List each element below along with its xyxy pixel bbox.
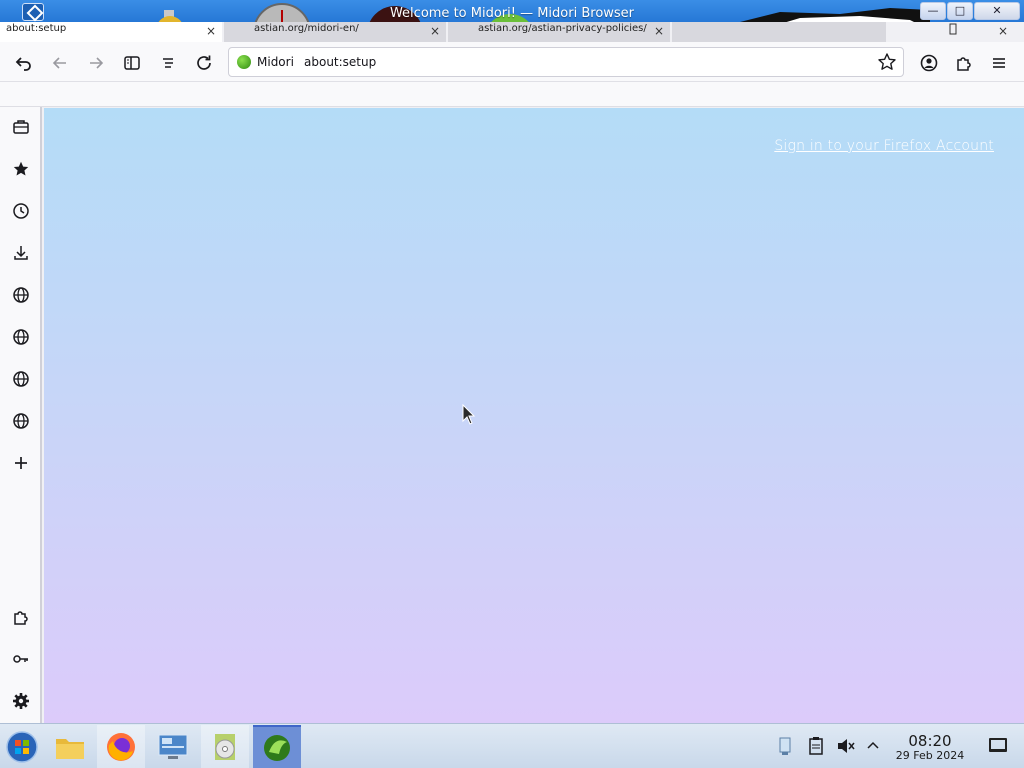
sign-in-link[interactable]: Sign in to your Firefox Account <box>774 138 994 154</box>
clock-date[interactable]: 29 Feb 2024 <box>880 749 980 762</box>
tab[interactable]: astian.org/midori-en/ × <box>224 22 446 42</box>
account-icon[interactable] <box>918 52 940 74</box>
window-title: Welcome to Midori! — Midori Browser <box>389 6 635 21</box>
mouse-cursor-icon <box>462 404 476 425</box>
clipboard-icon[interactable] <box>807 736 825 760</box>
close-tab-icon[interactable]: × <box>990 22 1020 42</box>
firefox-icon[interactable] <box>97 725 145 768</box>
page-content: Sign in to your Firefox Account <box>44 108 1024 723</box>
web-panel-globe-icon[interactable] <box>9 283 33 307</box>
passwords-key-icon[interactable] <box>9 647 33 671</box>
minimize-button[interactable]: — <box>920 2 946 20</box>
tab-label: astian.org/midori-en/ <box>254 23 359 34</box>
add-panel-plus-icon[interactable] <box>9 451 33 475</box>
undo-icon[interactable] <box>13 52 35 74</box>
close-window-button[interactable]: ✕ <box>974 2 1020 20</box>
file-manager-icon[interactable] <box>46 725 94 768</box>
tab[interactable] <box>672 22 886 42</box>
extensions-icon[interactable] <box>953 52 975 74</box>
reload-icon[interactable] <box>193 52 215 74</box>
tab-close-icon[interactable]: × <box>206 24 216 38</box>
forward-icon[interactable] <box>85 52 107 74</box>
downloads-icon[interactable] <box>9 241 33 265</box>
briefcase-icon[interactable] <box>9 115 33 139</box>
tab-label: about:setup <box>6 23 67 34</box>
taskbar: 08:20 29 Feb 2024 <box>0 723 1024 768</box>
web-panel-globe-icon[interactable] <box>9 409 33 433</box>
start-orb-icon[interactable] <box>0 725 44 768</box>
sidebar-toggle-icon[interactable] <box>121 52 143 74</box>
menu-icon[interactable] <box>988 52 1010 74</box>
web-panel-globe-icon[interactable] <box>9 325 33 349</box>
tray-expand-icon[interactable] <box>865 736 881 758</box>
media-disc-icon[interactable] <box>201 725 249 768</box>
tab[interactable]: astian.org/astian-privacy-policies/ × <box>448 22 670 42</box>
tab-close-icon[interactable]: × <box>430 24 440 38</box>
tab-close-icon[interactable]: × <box>654 24 664 38</box>
midori-icon[interactable] <box>253 725 301 768</box>
clock-time[interactable]: 08:20 <box>880 732 980 750</box>
bookmark-star-icon[interactable] <box>877 52 897 77</box>
back-icon[interactable] <box>49 52 71 74</box>
tab-overflow-icon[interactable] <box>940 22 970 42</box>
url-input[interactable]: about:setup <box>304 55 376 69</box>
site-identity-label[interactable]: Midori <box>257 55 294 69</box>
web-panel-globe-icon[interactable] <box>9 367 33 391</box>
tab[interactable]: about:setup × <box>0 22 222 42</box>
control-panel-icon[interactable] <box>149 725 197 768</box>
show-desktop-icon[interactable] <box>989 738 1007 752</box>
extensions-puzzle-icon[interactable] <box>9 605 33 629</box>
tab-strip: about:setup × astian.org/midori-en/ × as… <box>0 22 1024 42</box>
history-clock-icon[interactable] <box>9 199 33 223</box>
bookmarks-toolbar <box>0 82 1024 107</box>
maximize-button[interactable]: □ <box>947 2 973 20</box>
tab-label: astian.org/astian-privacy-policies/ <box>478 23 647 34</box>
settings-gear-icon[interactable] <box>9 689 33 713</box>
address-bar[interactable]: Midori about:setup <box>228 47 904 77</box>
bookmarks-star-icon[interactable] <box>9 157 33 181</box>
reader-list-icon[interactable] <box>157 52 179 74</box>
navigation-toolbar: Midori about:setup <box>0 42 1024 82</box>
volume-muted-icon[interactable] <box>836 736 856 760</box>
network-icon[interactable] <box>776 736 794 760</box>
midori-site-icon <box>237 55 251 69</box>
sidebar-panel-bar <box>0 107 42 723</box>
